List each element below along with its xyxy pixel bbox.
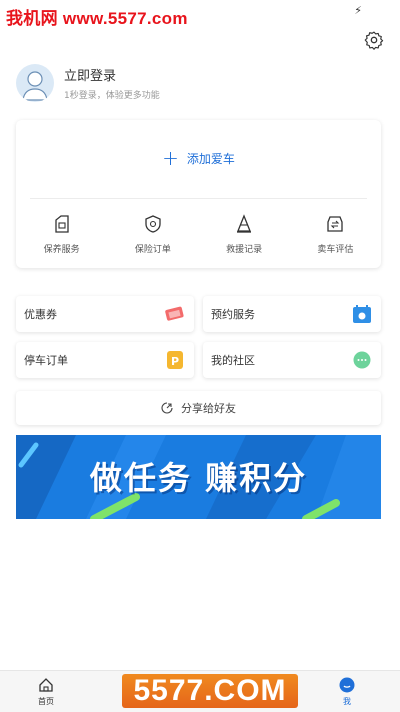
car-card: + 添加爱车 保养服务 保险订单 救援记录 卖车评估 — [16, 120, 381, 268]
maintenance-icon — [54, 215, 69, 233]
user-icon — [339, 677, 355, 693]
tile-label: 我的社区 — [211, 354, 255, 367]
tab-home[interactable]: 首页 — [38, 677, 54, 707]
add-car-label: 添加爱车 — [186, 151, 235, 166]
service-rescue[interactable]: 救援记录 — [199, 214, 290, 255]
watermark-text: 我机网 www.5577.com — [6, 9, 188, 28]
tab-bar: 首页 我 5577.COM — [0, 670, 400, 712]
share-label: 分享给好友 — [181, 402, 236, 415]
service-maintenance[interactable]: 保养服务 — [16, 214, 107, 255]
service-label: 保险订单 — [134, 245, 171, 255]
service-insurance[interactable]: 保险订单 — [107, 214, 198, 255]
sell-car-icon — [327, 216, 344, 232]
insurance-icon — [145, 215, 161, 233]
service-label: 卖车评估 — [317, 245, 354, 255]
home-icon — [39, 678, 53, 692]
coupon-tile[interactable]: 优惠券 — [16, 296, 194, 332]
share-icon — [161, 402, 173, 414]
add-car-button[interactable]: + 添加爱车 — [16, 148, 381, 168]
tab-home-label: 首页 — [38, 697, 54, 706]
service-sell-car[interactable]: 卖车评估 — [290, 214, 381, 255]
tile-label: 预约服务 — [211, 308, 255, 321]
parking-icon: P — [167, 351, 183, 369]
divider — [30, 198, 367, 199]
community-tile[interactable]: 我的社区 — [203, 342, 381, 378]
banner-text: 做任务 赚积分 — [89, 459, 308, 497]
svg-text:P: P — [171, 355, 179, 368]
tab-me-label: 我 — [343, 697, 351, 706]
service-label: 救援记录 — [226, 245, 263, 255]
plus-icon: + — [162, 146, 179, 170]
parking-tile[interactable]: 停车订单 P — [16, 342, 194, 378]
tile-label: 优惠券 — [24, 308, 57, 321]
appointment-icon — [353, 305, 371, 323]
task-banner[interactable]: 做任务 赚积分 — [16, 435, 381, 519]
service-label: 保养服务 — [43, 245, 80, 255]
tab-me[interactable]: 我 — [339, 677, 355, 707]
tile-label: 停车订单 — [24, 354, 68, 367]
rescue-icon — [237, 214, 252, 233]
gear-icon[interactable] — [364, 30, 384, 50]
appointment-tile[interactable]: 预约服务 — [203, 296, 381, 332]
login-subtitle: 1秒登录，体验更多功能 — [64, 91, 160, 101]
login-title[interactable]: 立即登录 — [64, 65, 160, 84]
bolt-icon: ⚡ — [354, 4, 362, 17]
share-button[interactable]: 分享给好友 — [16, 391, 381, 425]
watermark-logo: 5577.COM — [122, 674, 298, 708]
login-section[interactable]: 立即登录 1秒登录，体验更多功能 — [16, 64, 160, 102]
service-row: 保养服务 保险订单 救援记录 卖车评估 — [16, 214, 381, 255]
coupon-icon — [165, 306, 184, 321]
community-icon — [353, 351, 371, 369]
avatar[interactable] — [16, 64, 54, 102]
